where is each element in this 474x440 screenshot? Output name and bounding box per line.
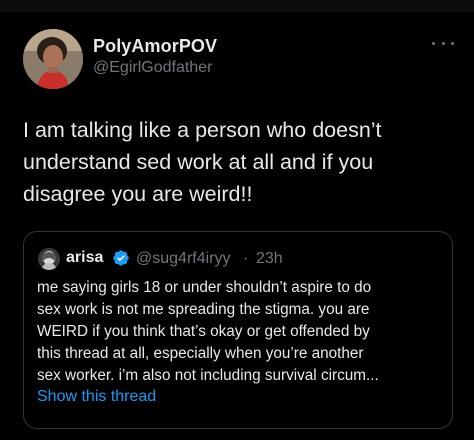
author-name[interactable]: PolyAmorPOV xyxy=(93,36,217,57)
more-options-icon[interactable] xyxy=(432,38,454,48)
top-divider xyxy=(0,0,474,12)
author-handle[interactable]: @EgirlGodfather xyxy=(93,59,212,77)
verified-badge-icon xyxy=(113,250,129,266)
dot xyxy=(441,41,445,45)
quoted-author-avatar xyxy=(38,248,60,270)
avatar-photo xyxy=(23,29,83,89)
show-thread-link[interactable]: Show this thread xyxy=(37,388,156,406)
quoted-author-name: arisa xyxy=(66,249,104,266)
dot xyxy=(432,41,435,45)
quoted-avatar-photo xyxy=(38,248,60,270)
tweet-text: I am talking like a person who doesn’t u… xyxy=(23,118,382,206)
quoted-timestamp: 23h xyxy=(256,250,283,267)
quoted-tweet[interactable]: arisa @sug4rf4iryy · 23h me saying girls… xyxy=(23,231,453,429)
separator-dot: · xyxy=(243,250,249,267)
quoted-tweet-text: me saying girls 18 or under shouldn’t as… xyxy=(37,279,379,384)
quoted-author-handle: @sug4rf4iryy xyxy=(136,250,231,267)
dot xyxy=(451,41,454,45)
tweet[interactable]: PolyAmorPOV @EgirlGodfather I am talking… xyxy=(0,12,474,440)
author-avatar[interactable] xyxy=(23,29,83,89)
